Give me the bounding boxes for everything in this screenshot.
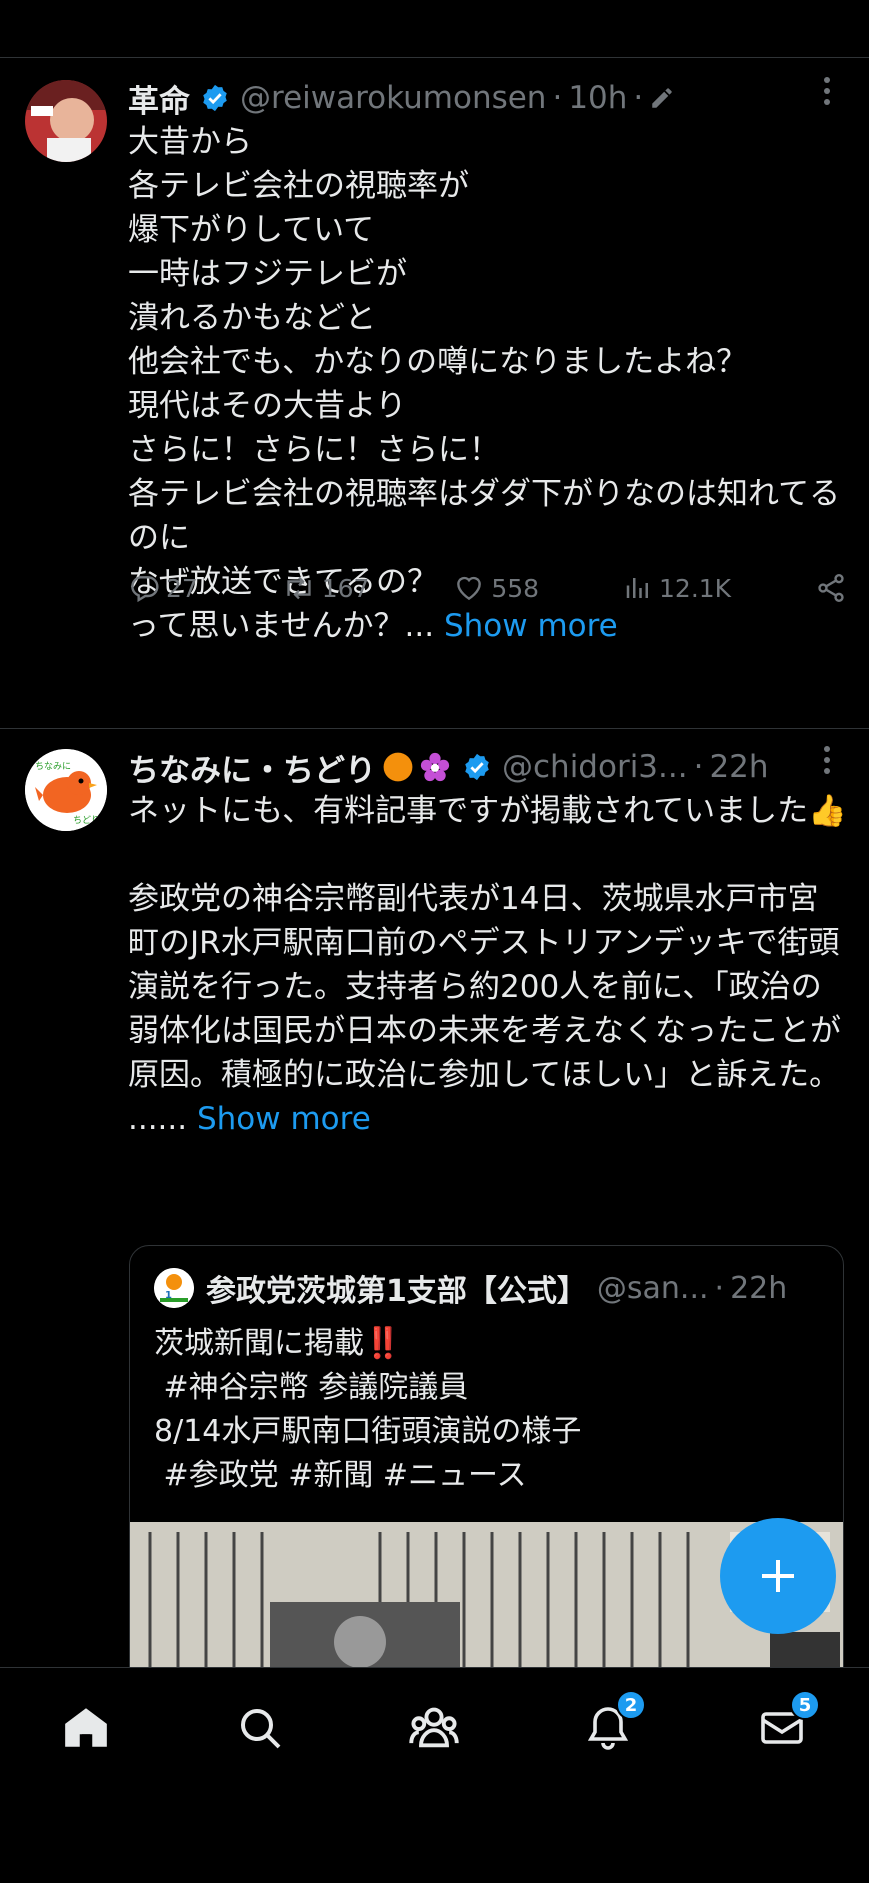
reply-count: 27 bbox=[166, 573, 198, 603]
quote-text: 茨城新聞に掲載‼️ #神谷宗幣 参議院議員 8/14水戸駅南口街頭演説の様子 #… bbox=[154, 1326, 582, 1493]
handle[interactable]: @reiwarokumonsen bbox=[240, 80, 546, 116]
heart-icon bbox=[457, 576, 482, 601]
separator-dot: · bbox=[633, 80, 644, 116]
plus-icon bbox=[762, 1560, 794, 1592]
reply-button[interactable]: 27 bbox=[128, 572, 198, 604]
nav-communities[interactable] bbox=[404, 1698, 464, 1758]
tweet-header: 革命 @reiwarokumonsen · 10h · bbox=[128, 76, 847, 120]
separator-dot: · bbox=[552, 80, 563, 116]
tweet-text: ネットにも、有料記事ですが掲載されていました👍 参政党の神谷宗幣副代表が14日、… bbox=[128, 789, 847, 1141]
repost-icon bbox=[287, 576, 311, 600]
nav-notifications[interactable]: 2 bbox=[578, 1690, 646, 1758]
tweet[interactable]: 革命 @reiwarokumonsen · 10h · 大昔から 各テレビ会社の… bbox=[0, 58, 869, 728]
show-more-link[interactable]: Show more bbox=[197, 1101, 371, 1137]
more-options-icon[interactable] bbox=[807, 745, 847, 789]
nav-messages[interactable]: 5 bbox=[752, 1690, 820, 1758]
verified-icon bbox=[462, 752, 492, 782]
tweet-header: ちなみに・ちどり @chidori3... · 22h bbox=[128, 745, 847, 789]
avatar[interactable]: ちなみに ちどり bbox=[25, 749, 107, 831]
views-button[interactable]: 12.1K bbox=[623, 573, 731, 603]
separator-dot: · bbox=[714, 1270, 725, 1306]
compose-button[interactable] bbox=[720, 1518, 836, 1634]
nav-home[interactable] bbox=[56, 1698, 116, 1758]
verified-icon bbox=[200, 83, 230, 113]
separator-dot: · bbox=[693, 749, 704, 785]
share-button[interactable] bbox=[815, 572, 847, 604]
analytics-icon bbox=[626, 578, 649, 598]
repost-count: 167 bbox=[321, 573, 370, 603]
communities-icon bbox=[409, 1707, 459, 1748]
tweet[interactable]: ちなみに ちどり ちなみに・ちどり @chidori3... · 22h ネット… bbox=[0, 729, 869, 1705]
tweet-actions: 27 167 558 12.1K bbox=[128, 566, 847, 610]
like-button[interactable]: 558 bbox=[453, 572, 539, 604]
top-bar bbox=[0, 0, 869, 58]
search-icon bbox=[241, 1709, 281, 1749]
display-name[interactable]: ちなみに・ちどり bbox=[128, 745, 376, 790]
home-icon bbox=[65, 1708, 107, 1747]
quote-avatar[interactable]: 1 bbox=[154, 1268, 194, 1308]
flower-emoji-icon bbox=[418, 750, 452, 784]
notifications-badge: 2 bbox=[616, 1690, 646, 1720]
quote-timestamp[interactable]: 22h bbox=[730, 1271, 787, 1306]
quoted-tweet[interactable]: 1 参政党茨城第1支部【公式】 @san... · 22h 茨城新聞に掲載‼️ … bbox=[129, 1245, 844, 1705]
edited-pencil-icon bbox=[649, 85, 675, 111]
display-name[interactable]: 革命 bbox=[128, 76, 190, 121]
timestamp[interactable]: 10h bbox=[568, 80, 627, 116]
share-icon bbox=[818, 574, 844, 602]
messages-badge: 5 bbox=[790, 1690, 820, 1720]
show-more-link[interactable]: Show more bbox=[444, 608, 618, 644]
orange-circle-emoji-icon bbox=[382, 751, 414, 783]
svg-text:1: 1 bbox=[165, 1290, 172, 1301]
view-count: 12.1K bbox=[659, 573, 732, 603]
repost-button[interactable]: 167 bbox=[282, 572, 370, 604]
svg-text:ちなみに: ちなみに bbox=[35, 761, 71, 772]
tweet-body: ネットにも、有料記事ですが掲載されていました👍 参政党の神谷宗幣副代表が14日、… bbox=[128, 793, 847, 1137]
nav-search[interactable] bbox=[230, 1698, 290, 1758]
like-count: 558 bbox=[491, 573, 540, 603]
quote-header: 1 参政党茨城第1支部【公式】 @san... · 22h bbox=[154, 1266, 787, 1310]
more-options-icon[interactable] bbox=[807, 76, 847, 120]
reply-icon bbox=[131, 576, 159, 603]
avatar[interactable] bbox=[25, 80, 107, 162]
svg-text:ちどり: ちどり bbox=[73, 815, 100, 826]
handle[interactable]: @chidori3... bbox=[502, 749, 688, 785]
bottom-nav: 2 5 bbox=[0, 1667, 869, 1883]
quote-display-name[interactable]: 参政党茨城第1支部【公式】 bbox=[206, 1266, 587, 1310]
quote-handle[interactable]: @san... bbox=[597, 1271, 709, 1306]
timestamp[interactable]: 22h bbox=[709, 749, 768, 785]
